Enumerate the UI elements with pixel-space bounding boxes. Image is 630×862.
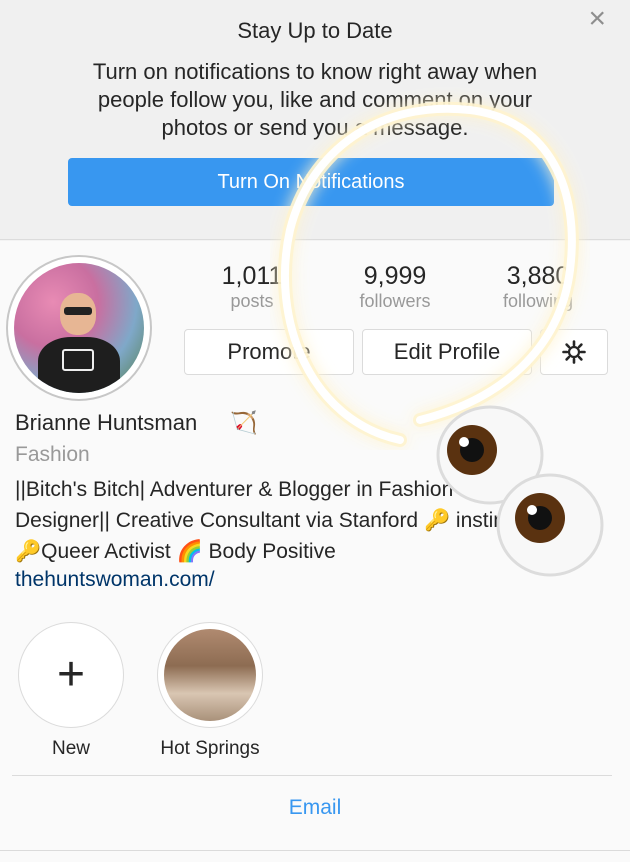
promote-button[interactable]: Promote [184,329,354,375]
plus-icon: + [56,648,86,701]
followers-label: followers [359,291,431,311]
following-label: following [502,291,574,311]
highlight-hot-springs[interactable]: Hot Springs [148,622,272,760]
highlight-new[interactable]: + New [17,622,125,760]
highlight-ring: + [18,622,124,728]
email-button[interactable]: Email [0,796,630,820]
profile-category: Fashion [15,443,90,466]
avatar-shirt-print [62,349,94,371]
avatar-image [14,263,144,393]
story-thumbnail [164,629,256,721]
profile-bio: ||Bitch's Bitch| Adventurer & Blogger in… [15,478,532,563]
instagram-profile-screen: × Stay Up to Date Turn on notifications … [0,0,630,862]
avatar-glasses [64,307,92,315]
followers-count: 9,999 [363,262,427,290]
following-count: 3,880 [506,262,570,290]
avatar[interactable] [6,255,152,401]
posts-label: posts [230,291,274,311]
banner-title: Stay Up to Date [237,18,393,43]
highlight-label: Hot Springs [160,738,260,759]
bow-and-arrow-icon: 🏹 [230,410,258,435]
divider [0,850,630,851]
divider [12,775,612,776]
notifications-banner: × Stay Up to Date Turn on notifications … [0,0,630,240]
edit-profile-button[interactable]: Edit Profile [362,329,532,375]
stat-posts[interactable]: 1,011 posts [212,262,292,312]
posts-count: 1,011 [221,262,283,290]
settings-button[interactable] [540,329,608,375]
stat-following[interactable]: 3,880 following [488,262,588,312]
stat-followers[interactable]: 9,999 followers [340,262,450,312]
gear-icon [562,340,586,364]
profile-website-link[interactable]: thehuntswoman.com/ [15,568,215,592]
banner-body: Turn on notifications to know right away… [92,59,538,140]
highlight-label: New [51,738,90,759]
highlight-ring [157,622,263,728]
profile-name: Brianne Huntsman [15,410,198,435]
turn-on-notifications-button[interactable]: Turn On Notifications [68,158,554,206]
